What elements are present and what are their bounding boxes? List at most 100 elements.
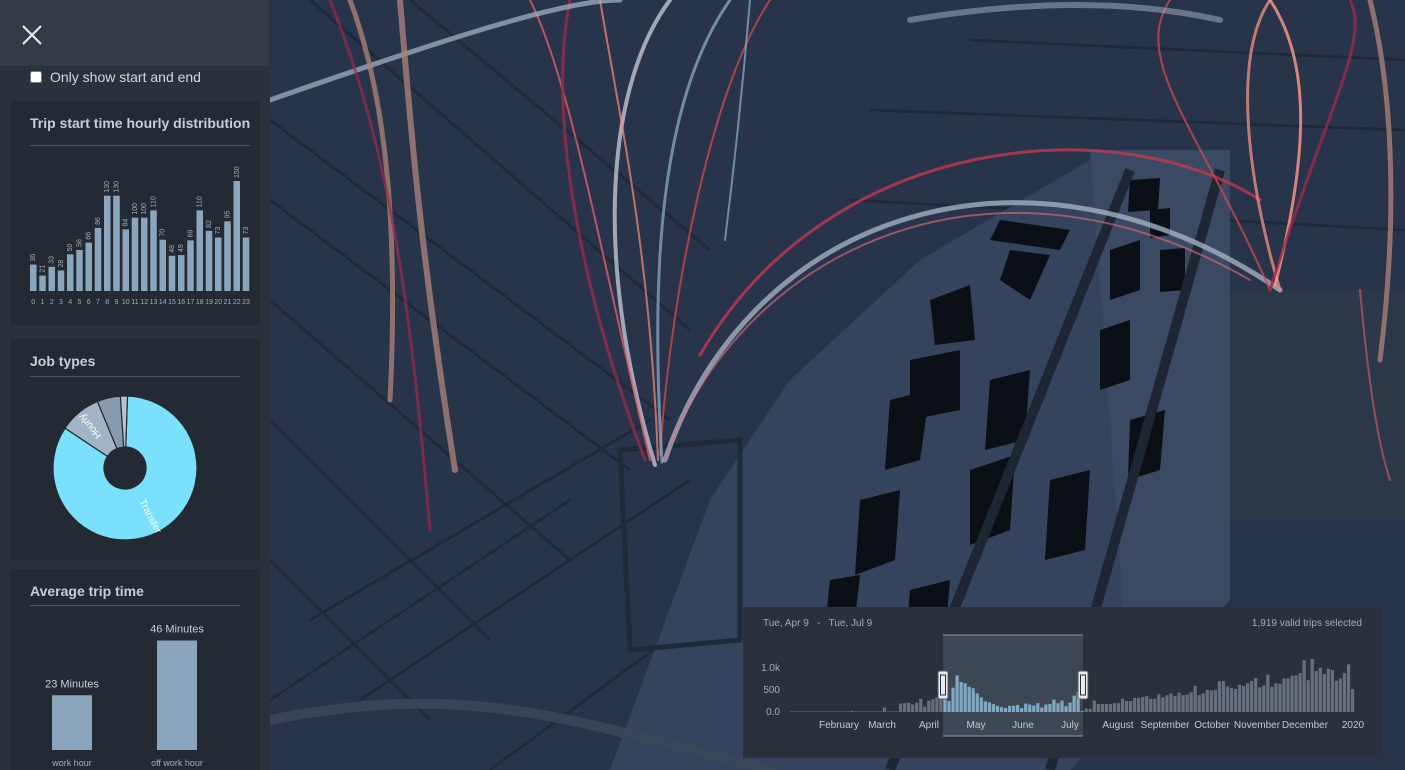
timeline-bar [935, 697, 939, 712]
hourly-bar [104, 195, 111, 291]
timeline-bar [1326, 668, 1330, 712]
hourly-tick-label: 3 [59, 299, 63, 306]
hourly-bar [168, 255, 176, 291]
hourly-bar-label: 50 [67, 243, 74, 251]
hourly-bar [224, 221, 231, 291]
timeline-bar [1161, 697, 1165, 712]
timeline-bar [1020, 708, 1024, 712]
timeline-bar [1342, 673, 1347, 712]
only-start-end-option[interactable]: Only show start and end [30, 66, 201, 88]
timeline-bar [1189, 692, 1193, 712]
hourly-tick-label: 22 [233, 299, 241, 306]
timeline-bar [810, 711, 814, 712]
hourly-chart: 3602113322835045656668671308130984101001… [30, 166, 250, 306]
average-trip-time-chart: 23 Minutes work hour 46 Minutes off work ho… [45, 624, 204, 768]
timeline-bar [951, 687, 955, 712]
timeline-bar [1157, 694, 1161, 712]
timeline-bar [894, 711, 899, 712]
timeline-bar [1173, 696, 1177, 712]
timeline-bar [862, 711, 866, 712]
hourly-tick-label: 17 [187, 299, 195, 306]
timeline-bar [1056, 703, 1060, 712]
timeline-bar [1217, 681, 1222, 712]
timeline-bar [1072, 695, 1076, 712]
timeline-bar [830, 711, 834, 712]
timeline-y-tick: 0.0 [766, 707, 780, 718]
hourly-distribution-panel: Trip start time hourly distribution 36 0 2… [10, 101, 260, 325]
timeline-bar [1314, 670, 1318, 712]
timeline-x-label: April [919, 720, 939, 731]
timeline-bar [1201, 693, 1205, 712]
hourly-tick-label: 20 [214, 299, 222, 306]
only-start-end-checkbox[interactable] [30, 71, 42, 83]
timeline-bar [995, 705, 1000, 712]
timeline-bar [1044, 704, 1048, 712]
job-types-panel: Job types Transfer Hourly [10, 339, 260, 560]
timeline-x-label: August [1102, 720, 1133, 731]
timeline-x-label: November [1234, 720, 1281, 731]
hourly-tick-label: 21 [224, 299, 232, 306]
timeline-bar [846, 711, 850, 712]
timeline-bar [1274, 683, 1278, 712]
timeline-bar [1205, 689, 1209, 712]
timeline-bar [1181, 695, 1185, 712]
timeline-bar [1137, 697, 1141, 712]
hourly-bar-label: 48 [169, 245, 176, 253]
hourly-tick-label: 8 [105, 299, 109, 306]
hourly-bar [196, 210, 203, 291]
sidebar: Only show start and end Trip start time … [0, 0, 270, 770]
hourly-tick-label: 19 [205, 299, 213, 306]
timeline-bar [1270, 686, 1274, 712]
timeline-bar [842, 711, 846, 712]
only-start-end-label: Only show start and end [50, 69, 201, 85]
hourly-bar-label: 36 [30, 254, 37, 262]
timeline-bar [874, 711, 878, 712]
timeline-bar [1108, 704, 1113, 712]
timeline-bar [1084, 708, 1088, 712]
timeline-bar [1350, 689, 1355, 712]
timeline-bar [1330, 670, 1335, 712]
timeline-bar [1149, 698, 1153, 712]
range-separator: - [817, 618, 821, 629]
timeline-x-label: October [1194, 720, 1230, 731]
timeline-y-tick: 1.0k [761, 663, 781, 674]
timeline-bar [1254, 677, 1258, 712]
avg-trip-category-label: off work hour [151, 758, 203, 768]
timeline-bar [1334, 680, 1339, 712]
hourly-bar [178, 255, 185, 291]
close-icon[interactable] [21, 24, 43, 46]
hourly-bar [131, 217, 139, 291]
timeline-bar [838, 711, 842, 712]
timeline-bar [955, 675, 959, 712]
hourly-tick-label: 15 [168, 299, 176, 306]
timeline-chart[interactable]: 1.0k 500 0.0 February March April May June July A… [743, 607, 1382, 758]
hourly-tick-label: 13 [150, 299, 158, 306]
hourly-bar [159, 239, 166, 291]
hourly-tick-label: 2 [50, 299, 54, 306]
timeline-start-handle[interactable] [937, 670, 949, 700]
timeline-bar [850, 710, 854, 712]
hourly-bar-label: 73 [215, 227, 222, 235]
timeline-bar [1068, 702, 1072, 712]
timeline-bar [1346, 664, 1351, 712]
timeline-bar [919, 698, 923, 712]
timeline-bar [806, 711, 810, 712]
timeline-bar [798, 711, 802, 712]
timeline-bar [947, 700, 951, 712]
hourly-tick-label: 0 [31, 299, 35, 306]
hourly-bar-label: 49 [178, 244, 185, 252]
timeline-end-handle[interactable] [1077, 670, 1089, 700]
timeline-y-tick: 500 [763, 685, 780, 696]
timeline-bar [1096, 704, 1100, 712]
timeline-bar [1185, 694, 1189, 712]
range-start: Tue, Apr 9 [763, 618, 809, 629]
timeline-x-label: June [1012, 720, 1034, 731]
timeline-bar [911, 704, 915, 712]
hourly-tick-label: 7 [96, 299, 100, 306]
timeline-bar [991, 704, 996, 712]
hourly-bar-label: 69 [188, 230, 195, 238]
timeline-date-range: Tue, Apr 9 - Tue, Jul 9 [763, 618, 872, 629]
timeline-bar [1290, 675, 1294, 712]
avg-trip-value-label: 23 Minutes [45, 678, 99, 690]
hourly-bar-label: 100 [141, 203, 148, 215]
